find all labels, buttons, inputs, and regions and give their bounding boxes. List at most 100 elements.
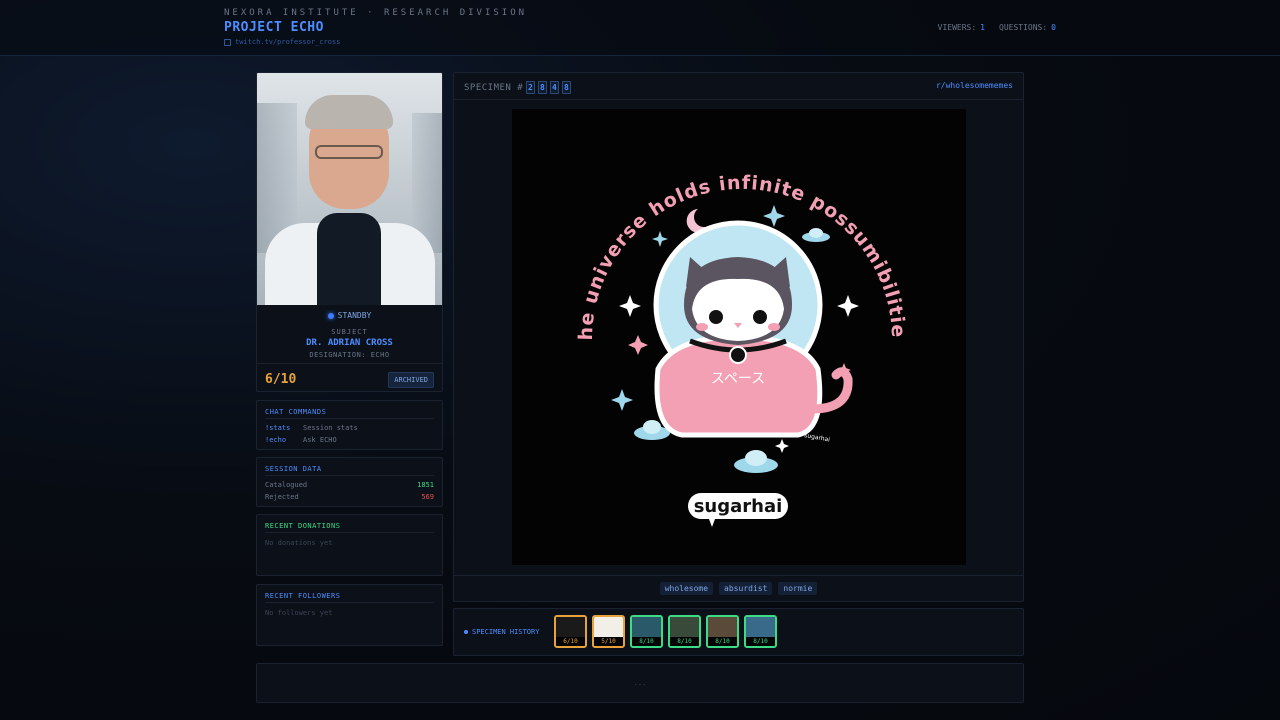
rejected-row: Rejected 569 bbox=[265, 493, 434, 501]
possum-astronaut-illustration: the universe holds infinite possumibilit… bbox=[506, 92, 908, 527]
thumbnail-image bbox=[670, 617, 699, 637]
thumbnail-score: 8/10 bbox=[632, 637, 661, 646]
org-label: NEXORA INSTITUTE · RESEARCH DIVISION bbox=[224, 8, 528, 18]
thumbnail-image bbox=[632, 617, 661, 637]
possum-eye-left bbox=[709, 310, 723, 324]
twitch-icon bbox=[224, 38, 231, 46]
archived-badge: ARCHIVED bbox=[388, 372, 434, 388]
hair bbox=[305, 95, 393, 129]
session-data-title: SESSION DATA bbox=[265, 465, 322, 473]
command-row: !echo Ask ECHO bbox=[265, 436, 434, 444]
history-thumbnail[interactable]: 8/10 bbox=[706, 615, 739, 648]
status-dot-icon bbox=[327, 312, 334, 319]
divider bbox=[265, 418, 434, 419]
questions-value: 0 bbox=[1051, 23, 1056, 32]
catalogued-value: 1851 bbox=[417, 481, 434, 489]
history-thumbnails: 6/10 5/10 8/10 8/10 8/10 8/10 bbox=[554, 615, 777, 648]
thumbnail-score: 5/10 bbox=[594, 637, 623, 646]
divider bbox=[257, 363, 442, 364]
donations-empty-text: No donations yet bbox=[265, 539, 333, 547]
status-indicator: STANDBY bbox=[257, 311, 442, 320]
rejected-label: Rejected bbox=[265, 493, 299, 501]
catalogued-label: Catalogued bbox=[265, 481, 308, 489]
recent-followers-title: RECENT FOLLOWERS bbox=[265, 592, 341, 600]
history-thumbnail[interactable]: 8/10 bbox=[744, 615, 777, 648]
command-desc: Ask ECHO bbox=[303, 436, 337, 444]
tag-chip[interactable]: normie bbox=[778, 582, 818, 595]
thumbnail-image bbox=[594, 617, 623, 637]
thumbnail-image bbox=[556, 617, 585, 637]
status-text: STANDBY bbox=[337, 311, 372, 320]
questions-stat: QUESTIONS: 0 bbox=[999, 23, 1056, 32]
specimen-digit: 2 bbox=[526, 81, 536, 94]
history-thumbnail[interactable]: 8/10 bbox=[630, 615, 663, 648]
possum-cheek-left bbox=[696, 323, 708, 331]
divider bbox=[265, 475, 434, 476]
stream-stats: VIEWERS: 1 QUESTIONS: 0 bbox=[938, 23, 1056, 32]
thumbnail-score: 6/10 bbox=[556, 637, 585, 646]
brand-logo-text: sugarhai bbox=[694, 496, 783, 517]
bullet-icon bbox=[464, 630, 468, 634]
ticker-placeholder: ... bbox=[633, 679, 647, 687]
divider bbox=[265, 532, 434, 533]
specimen-digit: 8 bbox=[562, 81, 572, 94]
specimen-history-label: SPECIMEN HISTORY bbox=[464, 628, 539, 636]
channel-link[interactable]: twitch.tv/professor_cross bbox=[224, 38, 340, 46]
specimen-label: SPECIMEN # bbox=[464, 82, 524, 93]
thumbnail-score: 8/10 bbox=[746, 637, 775, 646]
history-thumbnail[interactable]: 6/10 bbox=[554, 615, 587, 648]
subject-card: STANDBY SUBJECT DR. ADRIAN CROSS DESIGNA… bbox=[256, 72, 443, 392]
command-desc: Session stats bbox=[303, 424, 358, 432]
tag-chip[interactable]: wholesome bbox=[659, 582, 714, 595]
specimen-panel: SPECIMEN # 2 8 4 8 r/wholesomememes the … bbox=[453, 72, 1024, 602]
history-thumbnail[interactable]: 5/10 bbox=[592, 615, 625, 648]
session-data-panel: SESSION DATA Catalogued 1851 Rejected 56… bbox=[256, 457, 443, 507]
glasses bbox=[315, 145, 383, 159]
possum-cheek-right bbox=[768, 323, 780, 331]
chat-commands-title: CHAT COMMANDS bbox=[265, 408, 327, 416]
specimen-history-panel: SPECIMEN HISTORY 6/10 5/10 8/10 8/10 8/10 8/1… bbox=[453, 608, 1024, 656]
recent-donations-title: RECENT DONATIONS bbox=[265, 522, 341, 530]
thumbnail-score: 8/10 bbox=[670, 637, 699, 646]
turtleneck bbox=[317, 213, 381, 305]
subject-score: 6/10 bbox=[265, 372, 297, 387]
specimen-digit: 4 bbox=[550, 81, 560, 94]
tail-signature: sugarhai bbox=[804, 432, 831, 443]
command-row: !stats Session stats bbox=[265, 424, 434, 432]
specimen-image: the universe holds infinite possumibilit… bbox=[506, 92, 966, 565]
possum-eye-right bbox=[753, 310, 767, 324]
viewers-label: VIEWERS: bbox=[937, 23, 977, 32]
divider bbox=[265, 602, 434, 603]
divider bbox=[454, 99, 1023, 100]
project-title: PROJECT ECHO bbox=[224, 20, 324, 35]
subject-portrait bbox=[257, 73, 442, 305]
thumbnail-image bbox=[746, 617, 775, 637]
collar-moon-tag-icon bbox=[729, 346, 747, 364]
top-bar: NEXORA INSTITUTE · RESEARCH DIVISION PRO… bbox=[0, 0, 1280, 56]
divider bbox=[454, 575, 1023, 576]
specimen-digit: 8 bbox=[538, 81, 548, 94]
viewers-stat: VIEWERS: 1 bbox=[938, 23, 985, 32]
subject-designation: DESIGNATION: ECHO bbox=[309, 351, 390, 359]
tag-list: wholesome absurdist normie bbox=[454, 582, 1023, 595]
history-thumbnail[interactable]: 8/10 bbox=[668, 615, 701, 648]
thumbnail-image bbox=[708, 617, 737, 637]
bottom-ticker-panel: ... bbox=[256, 663, 1024, 703]
history-title: SPECIMEN HISTORY bbox=[472, 628, 540, 636]
rejected-value: 569 bbox=[421, 493, 434, 501]
thumbnail-score: 8/10 bbox=[708, 637, 737, 646]
chat-commands-panel: CHAT COMMANDS !stats Session stats !echo… bbox=[256, 400, 443, 450]
questions-label: QUESTIONS: bbox=[999, 23, 1048, 32]
subject-name: DR. ADRIAN CROSS bbox=[306, 338, 393, 348]
command-name: !stats bbox=[265, 424, 291, 432]
subject-label: SUBJECT bbox=[331, 328, 368, 336]
subreddit-link[interactable]: r/wholesomememes bbox=[936, 81, 1013, 90]
possum-face bbox=[692, 278, 784, 341]
catalogued-row: Catalogued 1851 bbox=[265, 481, 434, 489]
tag-chip[interactable]: absurdist bbox=[719, 582, 773, 595]
command-name: !echo bbox=[265, 436, 287, 444]
recent-donations-panel: RECENT DONATIONS No donations yet bbox=[256, 514, 443, 576]
followers-empty-text: No followers yet bbox=[265, 609, 333, 617]
chest-text: スペース bbox=[711, 371, 765, 387]
specimen-header: SPECIMEN # 2 8 4 8 bbox=[464, 81, 572, 94]
